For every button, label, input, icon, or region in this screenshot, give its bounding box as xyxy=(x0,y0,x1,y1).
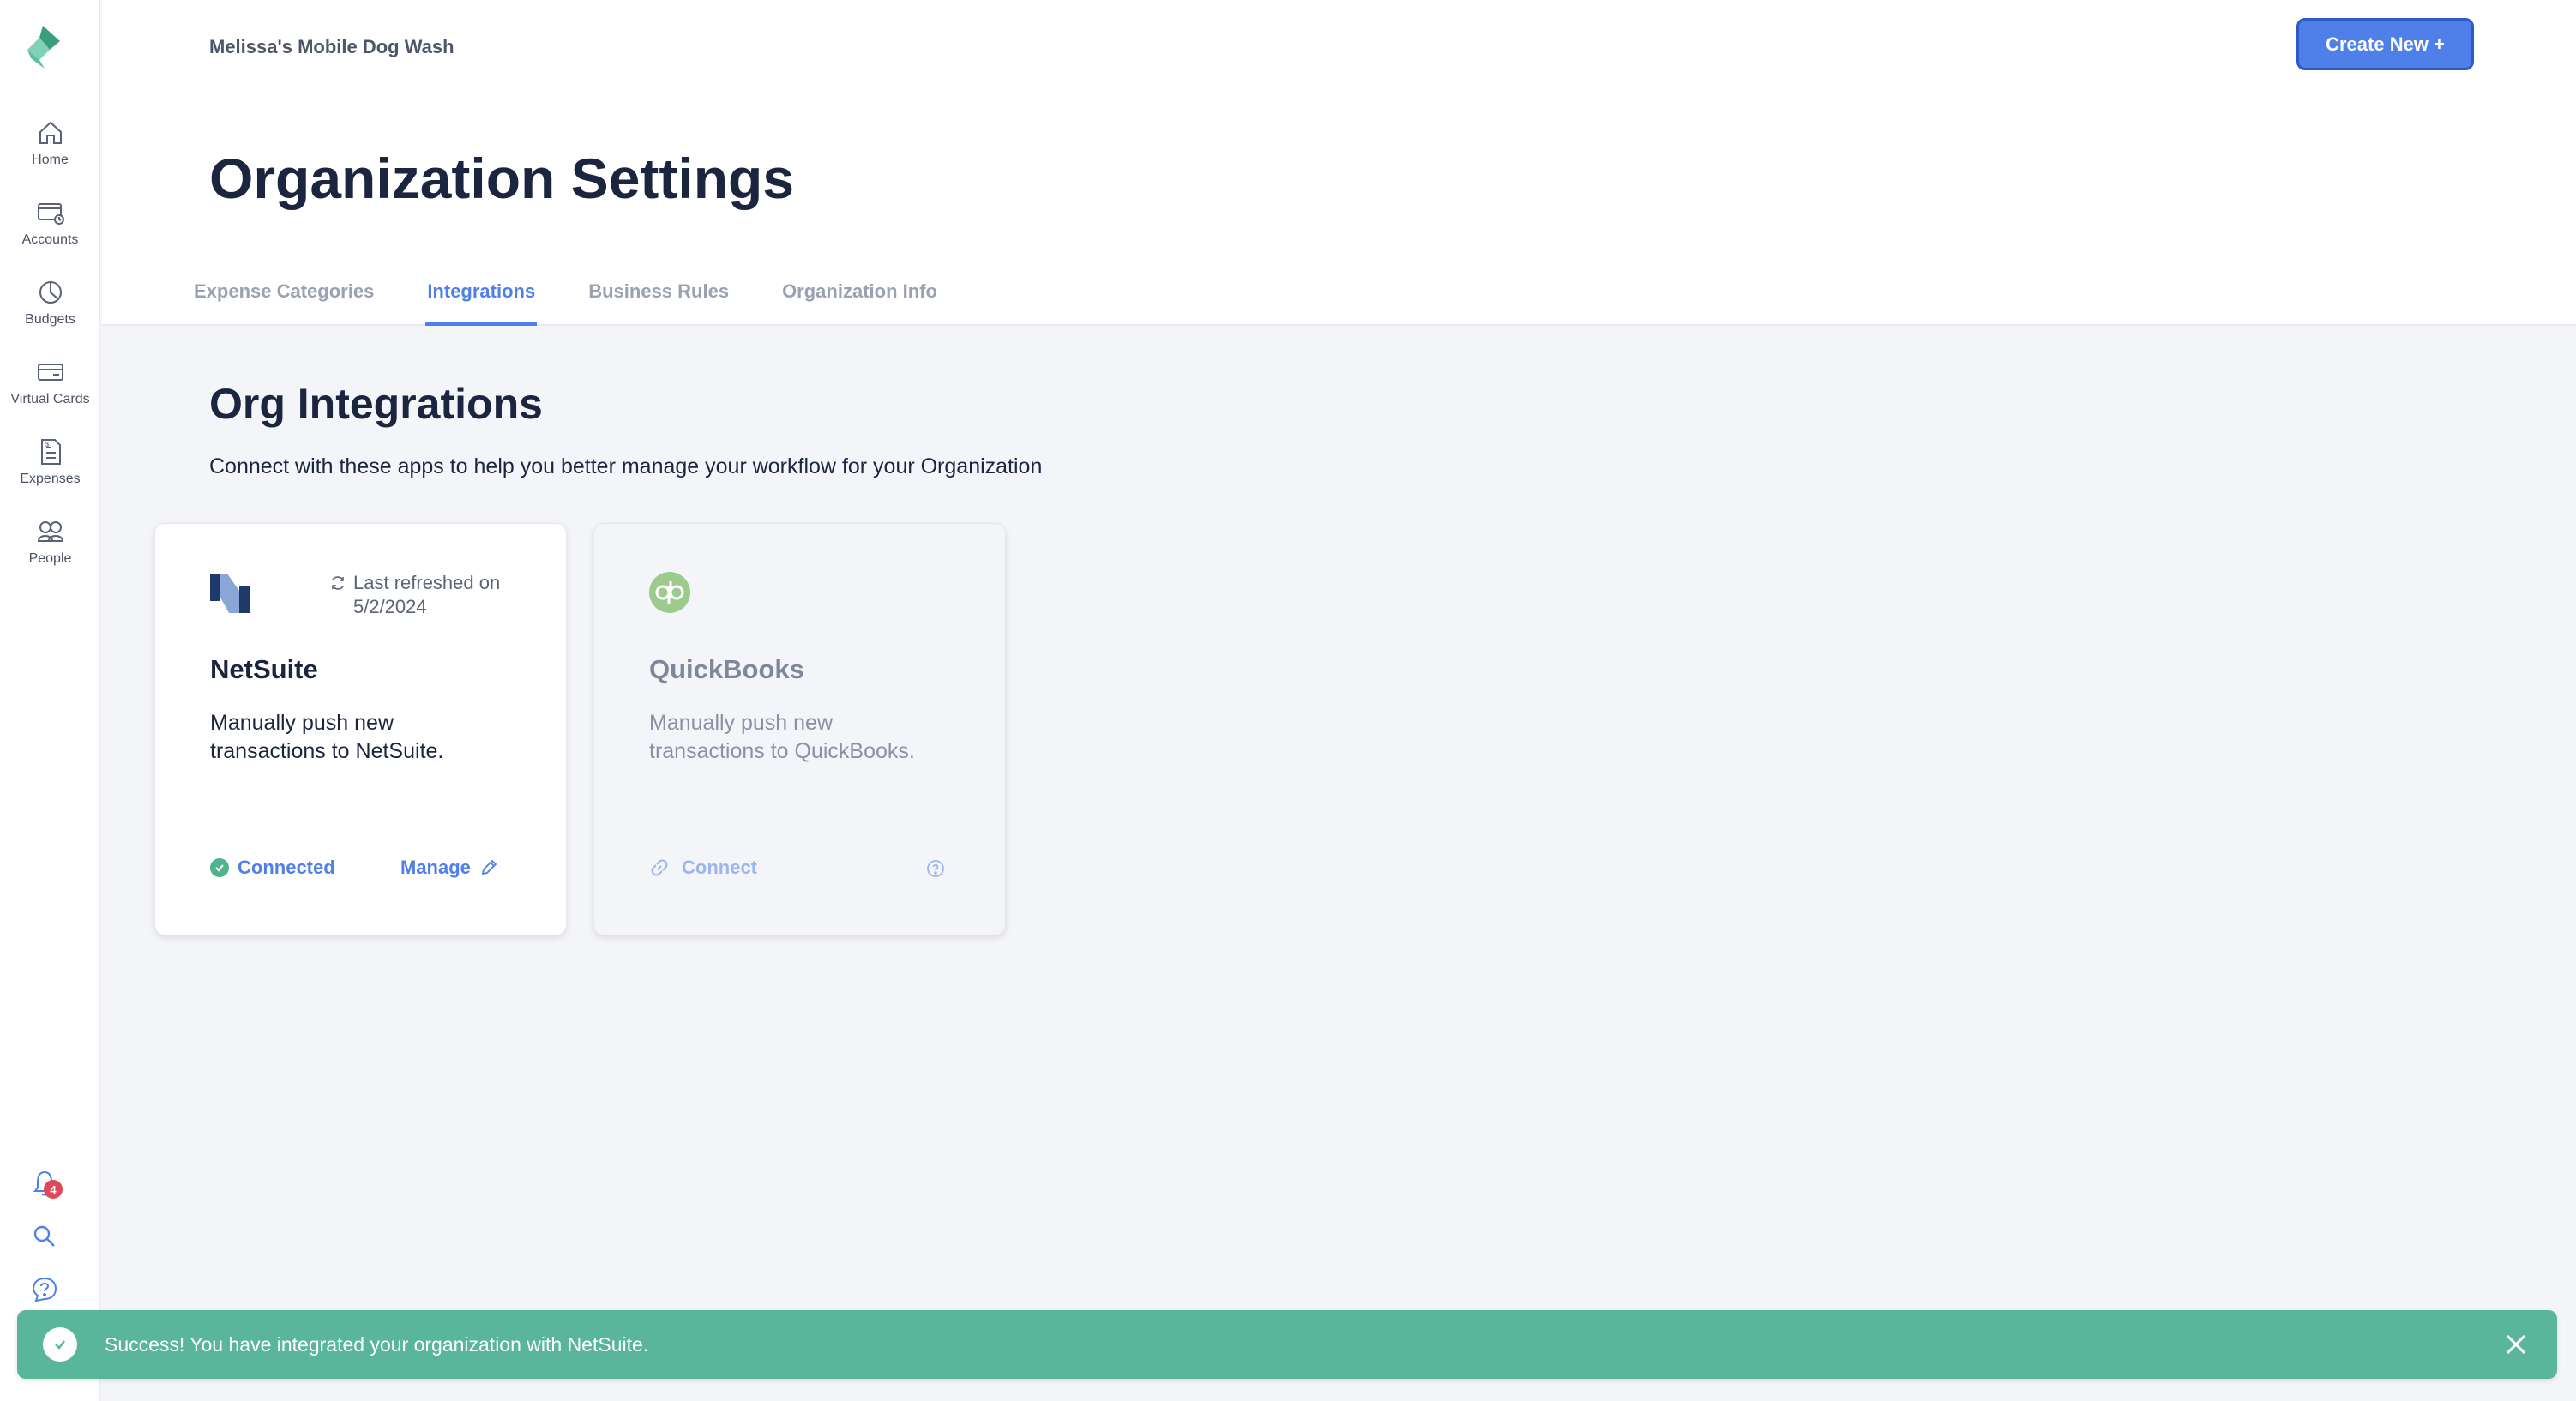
section-title: Org Integrations xyxy=(209,380,543,428)
tab-integrations[interactable]: Integrations xyxy=(425,274,538,326)
notification-badge: 4 xyxy=(44,1180,63,1199)
success-toast: Success! You have integrated your organi… xyxy=(17,1310,2557,1379)
toast-message: Success! You have integrated your organi… xyxy=(105,1332,649,1356)
status-label: Connected xyxy=(238,857,335,878)
sidebar-item-budgets[interactable]: Budgets xyxy=(0,278,100,346)
sidebar-item-label: Virtual Cards xyxy=(10,392,90,406)
tab-organization-info[interactable]: Organization Info xyxy=(780,274,939,326)
manage-button[interactable]: Manage xyxy=(400,857,498,879)
page-title: Organization Settings xyxy=(209,147,795,210)
accounts-icon xyxy=(37,203,64,225)
netsuite-logo xyxy=(210,574,250,613)
connect-label: Connect xyxy=(682,857,757,878)
expenses-icon: $ xyxy=(40,439,61,465)
tab-expense-categories[interactable]: Expense Categories xyxy=(192,274,376,326)
close-icon[interactable] xyxy=(2501,1329,2531,1360)
manage-label: Manage xyxy=(400,857,471,878)
sidebar-item-label: Home xyxy=(32,153,69,167)
org-name: Melissa's Mobile Dog Wash xyxy=(209,36,454,57)
refresh-icon xyxy=(332,576,344,590)
quickbooks-logo xyxy=(649,572,690,613)
sidebar-item-people[interactable]: People xyxy=(0,517,100,586)
sidebar-item-accounts[interactable]: Accounts xyxy=(0,198,100,267)
app-logo[interactable] xyxy=(24,22,67,72)
search-icon[interactable] xyxy=(29,1221,60,1252)
refresh-text: Last refreshed on 5/2/2024 xyxy=(353,572,501,617)
tab-business-rules[interactable]: Business Rules xyxy=(587,274,731,326)
create-new-button[interactable]: Create New + xyxy=(2296,18,2474,70)
integration-card-netsuite: Last refreshed on 5/2/2024 NetSuite Manu… xyxy=(154,523,567,935)
svg-text:$: $ xyxy=(45,441,50,448)
pencil-icon xyxy=(481,859,497,875)
help-icon[interactable] xyxy=(29,1274,60,1305)
people-icon xyxy=(37,521,63,542)
integration-card-quickbooks: QuickBooks Manually push new transaction… xyxy=(593,523,1006,935)
app: Home Accounts Budgets Virtual Cards $ Ex… xyxy=(0,0,2576,1401)
sidebar-item-label: People xyxy=(28,551,72,566)
integration-description: Manually push new transactions to NetSui… xyxy=(210,711,444,763)
settings-tabs: Expense Categories Integrations Business… xyxy=(192,274,989,326)
check-circle-icon xyxy=(210,858,229,877)
check-icon xyxy=(43,1327,77,1362)
sidebar-item-home[interactable]: Home xyxy=(0,118,100,187)
connected-status: Connected xyxy=(210,857,335,879)
sidebar-item-virtual-cards[interactable]: Virtual Cards xyxy=(0,358,100,426)
integration-name: NetSuite xyxy=(210,654,318,684)
integration-description: Manually push new transactions to QuickB… xyxy=(649,711,915,763)
last-refreshed: Last refreshed on 5/2/2024 xyxy=(329,571,552,619)
connect-button[interactable]: Connect xyxy=(649,857,757,879)
section-description: Connect with these apps to help you bett… xyxy=(209,454,1043,478)
sidebar-item-label: Expenses xyxy=(20,472,81,486)
sidebar-item-label: Accounts xyxy=(21,232,79,247)
budgets-icon xyxy=(39,281,62,304)
link-icon xyxy=(651,859,668,876)
sidebar-item-expenses[interactable]: $ Expenses xyxy=(0,437,100,506)
header: Melissa's Mobile Dog Wash Create New + O… xyxy=(102,0,2576,326)
card-icon xyxy=(37,364,63,381)
home-icon xyxy=(39,121,62,144)
integration-name: QuickBooks xyxy=(649,654,804,684)
sidebar-item-label: Budgets xyxy=(25,312,75,327)
sidebar: Home Accounts Budgets Virtual Cards $ Ex… xyxy=(0,0,100,1401)
info-icon[interactable] xyxy=(925,858,946,879)
